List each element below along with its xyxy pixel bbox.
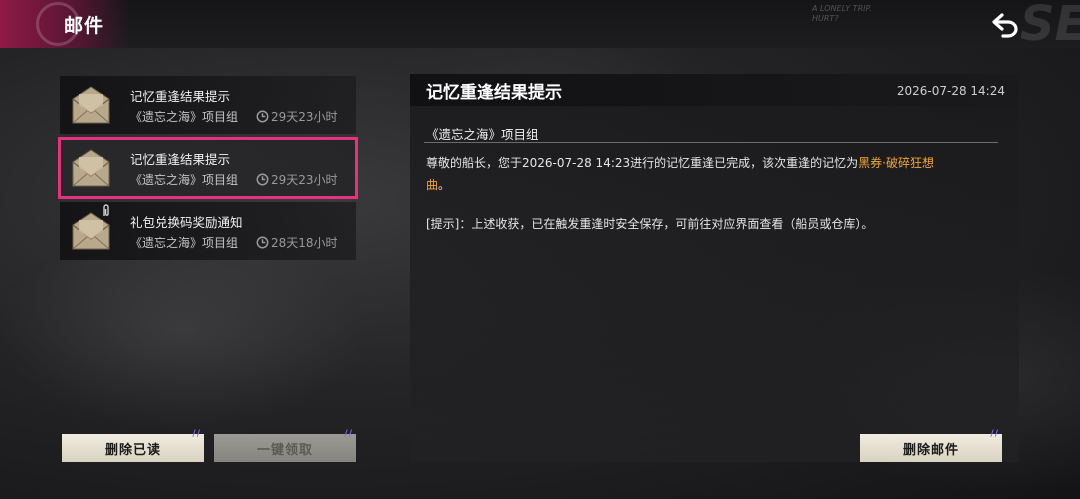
detail-body: 尊敬的船长，您于2026-07-28 14:23进行的记忆重逢已完成，该次重逢的… (426, 152, 1000, 196)
delete-read-label: 删除已读 (104, 442, 161, 458)
mail-remaining-time: 29天23小时 (256, 171, 338, 188)
detail-tip: [提示]：上述收获，已在触发重逢时安全保存，可前往对应界面查看（船员或仓库）。 (426, 217, 874, 231)
back-arrow-icon (992, 13, 1018, 38)
button-corner-mark-icon: // (990, 429, 999, 439)
mail-title: 记忆重逢结果提示 (130, 152, 231, 167)
mail-sender: 《遗忘之海》项目组 (130, 110, 239, 124)
collect-all-button[interactable]: 一键领取 // (214, 429, 356, 462)
delete-read-button[interactable]: 删除已读 // (62, 429, 204, 462)
mail-item[interactable]: 记忆重逢结果提示 《遗忘之海》项目组 29天23小时 (60, 76, 356, 134)
detail-title: 记忆重逢结果提示 (426, 83, 562, 103)
detail-date: 2026-07-28 14:24 (896, 84, 1005, 98)
collect-all-label: 一键领取 (256, 442, 313, 458)
body-end: 。 (438, 178, 451, 192)
top-bar: 邮件 A LONELY TRIP. HURT? SE (0, 0, 1080, 52)
clock-icon (256, 236, 269, 249)
mail-sender: 《遗忘之海》项目组 (130, 236, 239, 250)
reward-highlight: 黑券·破碎狂想 (858, 156, 934, 170)
mail-detail-panel: 记忆重逢结果提示 2026-07-28 14:24 《遗忘之海》项目组 尊敬的船… (410, 74, 1019, 462)
mail-item[interactable]: 礼包兑换码奖励通知 《遗忘之海》项目组 28天18小时 (60, 202, 356, 260)
mail-remaining-time: 28天18小时 (256, 234, 338, 251)
delete-mail-label: 删除邮件 (902, 442, 959, 458)
paperclip-icon (103, 204, 109, 216)
reward-highlight-cont: 曲 (426, 178, 439, 192)
mail-remaining-label: 29天23小时 (271, 173, 338, 187)
divider (424, 142, 998, 143)
clock-icon (256, 173, 269, 186)
delete-mail-button[interactable]: 删除邮件 // (860, 429, 1002, 462)
mail-remaining-label: 28天18小时 (271, 236, 338, 250)
mail-title: 记忆重逢结果提示 (130, 89, 231, 104)
detail-sender: 《遗忘之海》项目组 (426, 127, 539, 142)
mail-title: 礼包兑换码奖励通知 (130, 215, 243, 230)
envelope-icon (72, 149, 110, 187)
page-title: 邮件 (64, 15, 105, 37)
mail-item-selected[interactable]: 记忆重逢结果提示 《遗忘之海》项目组 29天23小时 (58, 137, 358, 199)
button-corner-mark-icon: // (344, 429, 353, 439)
mail-remaining-label: 29天23小时 (271, 110, 338, 124)
mail-list: 记忆重逢结果提示 《遗忘之海》项目组 29天23小时 记忆重逢结果提示 《遗忘之… (58, 76, 358, 265)
mail-sender: 《遗忘之海》项目组 (130, 173, 239, 187)
header-deco-big: SE (1020, 0, 1080, 52)
button-corner-mark-icon: // (192, 429, 201, 439)
detail-header: 记忆重逢结果提示 2026-07-28 14:24 (410, 74, 1019, 106)
clock-icon (256, 110, 269, 123)
envelope-icon (72, 86, 110, 124)
back-button[interactable] (988, 8, 1024, 42)
body-text: 尊敬的船长，您于2026-07-28 14:23进行的记忆重逢已完成，该次重逢的… (426, 156, 859, 170)
header-deco-text: A LONELY TRIP. HURT? (812, 4, 872, 23)
mail-remaining-time: 29天23小时 (256, 108, 338, 125)
